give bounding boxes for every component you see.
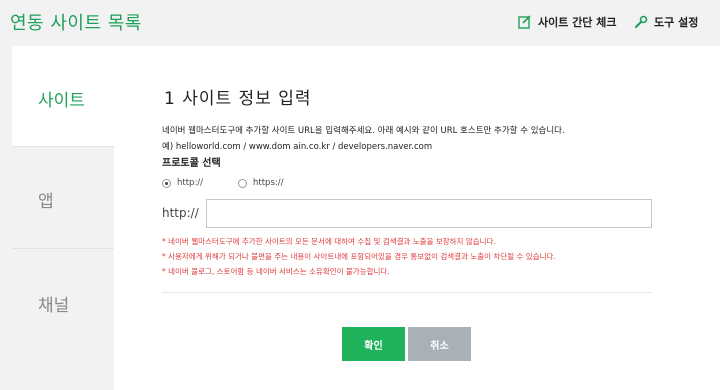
page-title: 연동 사이트 목록 — [10, 13, 142, 34]
sidebar-item-channel[interactable]: 채널 — [12, 248, 114, 390]
form-example: 예) helloworld.com / www.dom ain.co.kr / … — [162, 142, 433, 152]
notice-item: * 사용자에게 위해가 되거나 불편을 주는 내용이 사이트내에 포함되어있을 … — [162, 252, 556, 261]
tools-settings-link[interactable]: 도구 설정 — [634, 14, 698, 30]
notice-list: * 네이버 웹마스터도구에 추가한 사이트의 모든 문서에 대하여 수집 및 검… — [162, 234, 556, 279]
sidebar-item-site[interactable]: 사이트 — [12, 46, 114, 146]
confirm-button[interactable]: 확인 — [342, 327, 405, 361]
edit-check-icon — [518, 15, 531, 29]
tools-settings-label: 도구 설정 — [654, 16, 699, 29]
sidebar-item-app[interactable]: 앱 — [12, 146, 114, 248]
radio-selected-icon[interactable] — [162, 178, 171, 188]
protocol-https-label: https:// — [253, 178, 284, 188]
notice-item: * 네이버 블로그, 스토어팜 등 네이버 서비스는 소유확인이 불가능합니다. — [162, 267, 390, 276]
site-url-input[interactable] — [206, 199, 652, 228]
protocol-http-radio[interactable]: http:// — [162, 178, 203, 188]
wrench-icon — [634, 15, 648, 29]
divider — [162, 292, 652, 293]
main-panel: 사이트 앱 채널 1 사이트 정보 입력 네이버 웹마스터도구에 추가할 사이트… — [12, 46, 720, 390]
protocol-https-radio[interactable]: https:// — [238, 178, 283, 188]
site-check-link[interactable]: 사이트 간단 체크 — [518, 14, 617, 30]
site-check-label: 사이트 간단 체크 — [538, 16, 617, 29]
protocol-label: 프로토콜 선택 — [162, 158, 221, 169]
cancel-button[interactable]: 취소 — [408, 327, 471, 361]
site-form: 1 사이트 정보 입력 네이버 웹마스터도구에 추가할 사이트 URL을 입력해… — [114, 46, 720, 390]
form-heading: 1 사이트 정보 입력 — [164, 89, 312, 109]
url-prefix: http:// — [162, 206, 199, 220]
notice-item: * 네이버 웹마스터도구에 추가한 사이트의 모든 문서에 대하여 수집 및 검… — [162, 237, 496, 246]
sidebar: 사이트 앱 채널 — [12, 46, 114, 390]
form-description: 네이버 웹마스터도구에 추가할 사이트 URL을 입력해주세요. 아래 예시와 … — [162, 126, 565, 136]
protocol-http-label: http:// — [177, 178, 204, 188]
radio-unselected-icon[interactable] — [238, 178, 247, 188]
